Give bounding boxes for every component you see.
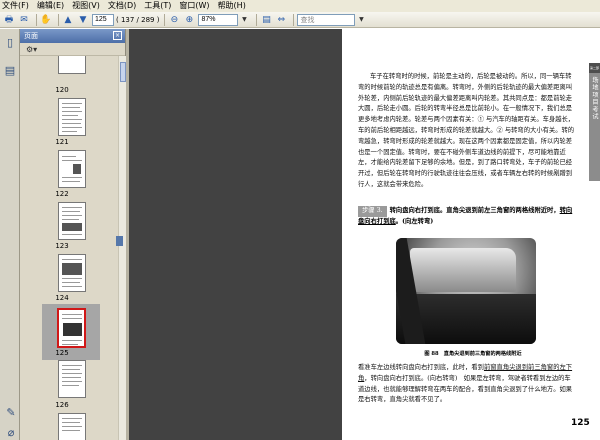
page-thumbnail[interactable] [58,360,86,398]
menu-bar: 文件(F) 编辑(E) 视图(V) 文档(D) 工具(T) 窗口(W) 帮助(H… [0,0,600,12]
page-count-label: ( 137 / 289 ) [116,15,160,24]
menu-window[interactable]: 窗口(W) [179,0,209,12]
menu-document[interactable]: 文档(D) [108,0,136,12]
thumbnail-label: 125 [55,349,69,357]
body-paragraph: 看准车左边线转向盘向右打到底，此时，看到前窗直角尖退到前三角窗的左下角，转向盘向… [358,364,573,404]
options-icon[interactable]: ⚙▾ [26,45,37,54]
menu-view[interactable]: 视图(V) [72,0,100,12]
chevron-down-icon[interactable]: ▼ [238,14,250,26]
hand-tool-icon[interactable]: ✋ [40,14,52,26]
splitter-grip-icon[interactable] [116,236,123,246]
step-text-tail: 。(向左转弯) [395,217,434,225]
pages-panel: 页面 × ⚙▾ 120 121 122 123 124 125 126 [20,29,126,440]
thumbnail-label: 126 [55,401,69,409]
pages-tab-icon[interactable]: ▯ [1,33,19,51]
fit-page-icon[interactable]: ▤ [260,14,272,26]
menu-edit[interactable]: 编辑(E) [37,0,64,12]
fit-width-icon[interactable]: ⇔ [275,14,287,26]
step-text: 转向盘向右打到底。直角尖退到前左三角窗的两格线附近时， [389,207,560,214]
step-heading: 步骤 3. 转向盘向右打到底。直角尖退到前左三角窗的两格线附近时，转向盘向右打到底… [358,206,576,228]
comments-tab-icon[interactable]: ✎ [2,403,20,421]
pages-panel-title: 页面 [24,32,38,40]
close-icon[interactable]: × [113,31,122,40]
attachments-tab-icon[interactable]: ⌀ [2,423,20,440]
toolbar-divider [164,13,166,26]
search-input[interactable] [297,13,356,26]
chapter-tab-top: 第二部分 [589,63,600,80]
thumbnail-label: 124 [55,294,69,302]
navigation-tabs: ▯ ▤ ✎ ⌀ [0,29,20,440]
page-thumbnail-selected[interactable] [57,308,86,348]
options-menu[interactable]: ⚙▾ [20,43,125,56]
zoom-out-icon[interactable]: ⊖ [168,14,180,26]
page-thumbnail[interactable] [58,56,86,74]
thumbnail-label: 120 [55,86,69,94]
document-background [129,29,342,440]
page-thumbnail[interactable] [58,413,86,440]
thumbnail-scrollbar[interactable] [118,56,126,440]
zoom-select[interactable] [198,13,239,26]
toolbar-divider [58,13,59,26]
next-page-icon[interactable]: ▼ [77,14,89,26]
toolbar-divider [256,13,258,26]
zoom-in-icon[interactable]: ⊕ [183,14,195,26]
step-label: 步骤 3. [358,206,387,217]
body-paragraph: 车子在转弯时的时候，前轮是主动的，后轮是被动的。所以，同一辆车转弯的时候前轮的轨… [358,73,575,188]
car-interior-photo [396,238,536,344]
menu-file[interactable]: 文件(F) [2,0,29,12]
thumbnail-list[interactable]: 120 121 122 123 124 125 126 [20,56,118,440]
toolbar-divider [36,13,37,26]
print-icon[interactable]: 🖶 [3,14,15,26]
previous-page-icon[interactable]: ▲ [62,14,74,26]
page-number-input[interactable] [92,13,114,26]
chapter-tab-label: 场地项目考试 [591,77,598,121]
document-page[interactable]: 第二部分 场地项目考试 车子在转弯时的时候，前轮是主动的，后轮是被动的。所以，同… [342,29,600,440]
page-number: 125 [571,418,590,428]
page-thumbnail[interactable] [58,254,86,292]
pages-panel-header: 页面 × [20,29,125,43]
thumbnail-label: 122 [55,190,69,198]
figure-caption: 图 88 直角尖退到前三角窗的两格线附近 [424,351,522,357]
bookmarks-tab-icon[interactable]: ▤ [1,61,19,79]
page-thumbnail[interactable] [58,202,86,240]
menu-help[interactable]: 帮助(H) [218,0,246,12]
chevron-down-icon[interactable]: ▼ [355,14,367,26]
page-thumbnail[interactable] [58,150,86,188]
thumbnail-label: 123 [55,242,69,250]
email-icon[interactable]: ✉ [18,14,30,26]
toolbar: 🖶 ✉ ✋ ▲ ▼ ( 137 / 289 ) ⊖ ⊕ ▼ ▤ ⇔ ▼ [0,12,600,28]
thumbnail-label: 121 [55,138,69,146]
page-thumbnail[interactable] [58,98,86,136]
toolbar-divider [293,13,295,26]
menu-tools[interactable]: 工具(T) [144,0,171,12]
